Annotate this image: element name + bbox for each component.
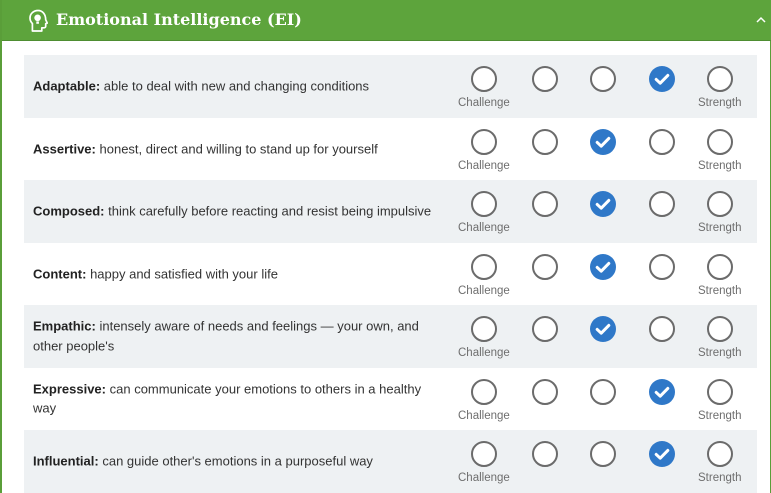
challenge-label: Challenge	[458, 222, 510, 234]
trait-text: Content: happy and satisfied with your l…	[33, 264, 433, 284]
trait-row: Influential: can guide other's emotions …	[24, 430, 757, 493]
trait-name: Content:	[33, 266, 87, 281]
rating-radio[interactable]	[590, 441, 616, 467]
rating-radio[interactable]	[707, 66, 733, 92]
check-icon	[595, 261, 611, 273]
rating-radio-selected[interactable]	[590, 128, 616, 155]
strength-label: Strength	[698, 222, 742, 234]
rating-radio-selected[interactable]	[590, 253, 616, 280]
rating-radio[interactable]	[590, 378, 616, 405]
trait-name: Composed:	[33, 203, 105, 219]
challenge-label: Challenge	[458, 472, 510, 484]
trait-name: Adaptable:	[33, 78, 101, 94]
challenge-label: Challenge	[458, 347, 510, 359]
strength-label: Strength	[698, 284, 742, 297]
ei-panel: Emotional Intelligence (EI) Adaptable: a…	[0, 0, 771, 493]
check-icon	[654, 448, 670, 460]
trait-name: Assertive:	[33, 141, 96, 156]
strength-label: Strength	[698, 159, 742, 172]
rating-radio[interactable]	[532, 441, 558, 467]
rating-radio[interactable]	[532, 66, 558, 92]
challenge-label: Challenge	[458, 159, 510, 172]
trait-row: Expressive: can communicate your emotion…	[24, 368, 757, 431]
rating-radio-selected[interactable]	[590, 316, 616, 342]
trait-text: Composed: think carefully before reactin…	[33, 202, 433, 222]
trait-name: Expressive:	[33, 381, 106, 397]
trait-row: Composed: think carefully before reactin…	[24, 180, 757, 243]
challenge-label: Challenge	[458, 409, 510, 422]
trait-description: happy and satisfied with your life	[90, 266, 278, 281]
rating-radio[interactable]	[532, 316, 558, 342]
trait-description: can guide other's emotions in a purposef…	[102, 453, 373, 469]
rating-radio[interactable]	[707, 128, 733, 155]
rating-radio[interactable]	[649, 191, 675, 217]
challenge-label: Challenge	[458, 97, 510, 109]
check-icon	[595, 136, 611, 148]
rating-radio-selected[interactable]	[590, 191, 616, 217]
trait-list: Adaptable: able to deal with new and cha…	[24, 55, 757, 493]
rating-radio[interactable]	[532, 128, 558, 155]
rating-radio[interactable]	[649, 128, 675, 155]
rating-radio[interactable]	[532, 378, 558, 405]
rating-radio[interactable]	[471, 316, 497, 342]
trait-name: Influential:	[33, 453, 99, 469]
strength-label: Strength	[698, 347, 742, 359]
trait-row: Assertive: honest, direct and willing to…	[24, 118, 757, 181]
rating-radio[interactable]	[471, 128, 497, 155]
challenge-label: Challenge	[458, 284, 510, 297]
rating-radio[interactable]	[707, 378, 733, 405]
rating-radio[interactable]	[532, 253, 558, 280]
chevron-up-icon[interactable]	[755, 15, 767, 25]
rating-radio[interactable]	[471, 253, 497, 280]
trait-name: Empathic:	[33, 318, 96, 334]
trait-description: able to deal with new and changing condi…	[103, 78, 370, 94]
strength-label: Strength	[698, 97, 742, 109]
rating-radio[interactable]	[707, 191, 733, 217]
trait-text: Empathic: intensely aware of needs and f…	[33, 317, 433, 356]
trait-row: Content: happy and satisfied with your l…	[24, 243, 757, 306]
trait-text: Adaptable: able to deal with new and cha…	[33, 77, 433, 97]
lightbulb-head-icon	[29, 9, 48, 32]
trait-text: Assertive: honest, direct and willing to…	[33, 139, 433, 159]
rating-radio[interactable]	[707, 316, 733, 342]
trait-description: honest, direct and willing to stand up f…	[99, 141, 378, 156]
rating-radio[interactable]	[707, 441, 733, 467]
trait-description: think carefully before reacting and resi…	[108, 203, 432, 219]
check-icon	[654, 386, 670, 398]
rating-radio[interactable]	[471, 191, 497, 217]
trait-text: Influential: can guide other's emotions …	[33, 452, 433, 472]
rating-radio-selected[interactable]	[649, 378, 675, 405]
rating-radio[interactable]	[707, 253, 733, 280]
rating-radio[interactable]	[649, 316, 675, 342]
check-icon	[595, 323, 611, 335]
section-header[interactable]: Emotional Intelligence (EI)	[2, 0, 771, 41]
rating-radio[interactable]	[590, 66, 616, 92]
trait-row: Empathic: intensely aware of needs and f…	[24, 305, 757, 368]
trait-row: Adaptable: able to deal with new and cha…	[24, 55, 757, 118]
rating-radio-selected[interactable]	[649, 441, 675, 467]
check-icon	[654, 73, 670, 85]
rating-radio[interactable]	[649, 253, 675, 280]
strength-label: Strength	[698, 472, 742, 484]
section-title: Emotional Intelligence (EI)	[56, 10, 302, 29]
rating-radio-selected[interactable]	[649, 66, 675, 92]
check-icon	[595, 198, 611, 210]
rating-radio[interactable]	[471, 66, 497, 92]
rating-radio[interactable]	[532, 191, 558, 217]
strength-label: Strength	[698, 409, 742, 422]
rating-radio[interactable]	[471, 441, 497, 467]
trait-text: Expressive: can communicate your emotion…	[33, 379, 433, 418]
rating-radio[interactable]	[471, 378, 497, 405]
